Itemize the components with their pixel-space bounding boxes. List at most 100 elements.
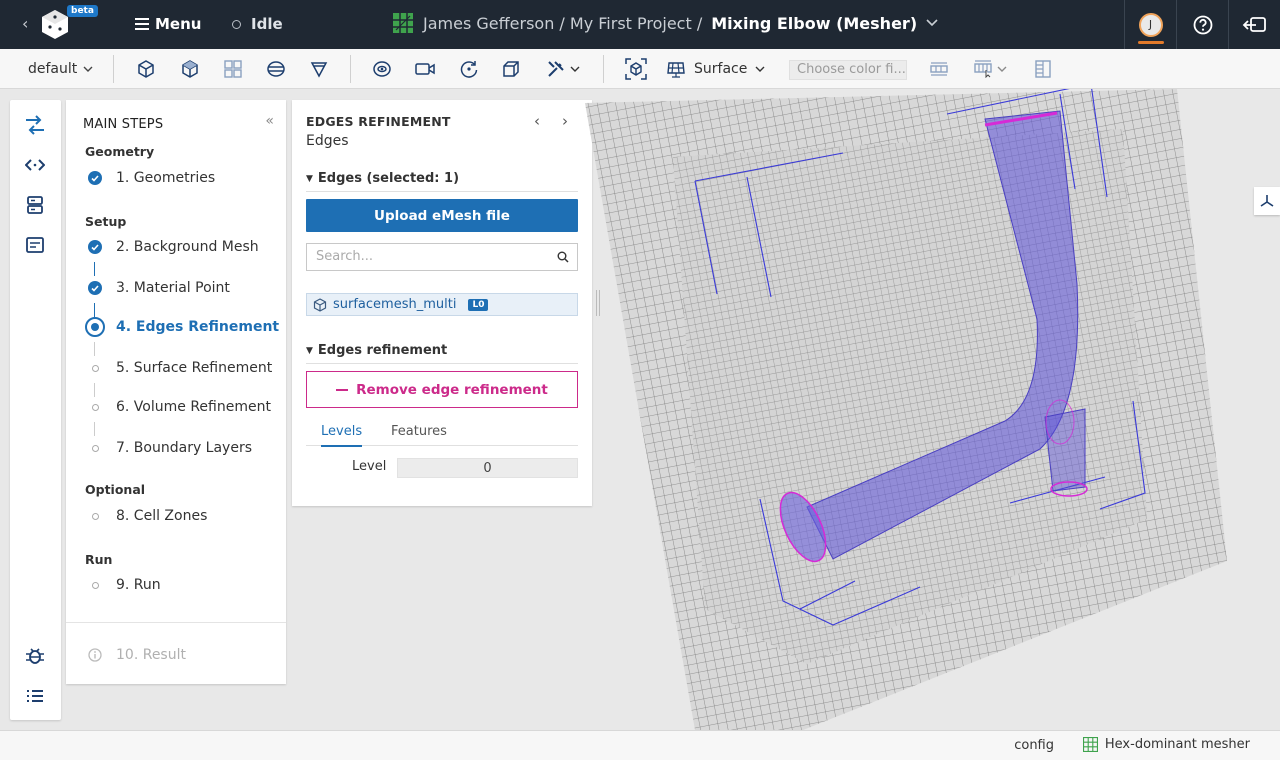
upload-emesh-button[interactable]: Upload eMesh file <box>306 199 578 232</box>
focus-cube-icon <box>625 58 647 80</box>
level-badge: L0 <box>468 298 489 311</box>
job-status: Idle <box>232 15 283 33</box>
legend-icon <box>974 60 992 78</box>
mesh-render <box>585 89 1227 730</box>
mesher-grid-icon <box>1082 737 1098 752</box>
exit-icon <box>1242 16 1266 32</box>
step-cell-zones[interactable]: 8. Cell Zones <box>88 508 207 524</box>
tab-features[interactable]: Features <box>391 424 447 439</box>
step-result: 10. Result <box>88 647 186 663</box>
step-material-point[interactable]: 3. Material Point <box>88 280 230 296</box>
3d-viewport[interactable] <box>585 89 1280 730</box>
user-menu[interactable]: J <box>1124 0 1176 49</box>
terminal-nav-button[interactable] <box>23 233 47 257</box>
view-grid-button[interactable] <box>222 56 244 82</box>
menu-button[interactable]: Menu <box>135 15 201 33</box>
reset-view-button[interactable] <box>458 56 480 82</box>
edges-refinement-section-header[interactable]: ▼ Edges refinement <box>306 343 578 364</box>
slice-button[interactable] <box>265 56 287 82</box>
project-name[interactable]: Mixing Elbow (Mesher) <box>711 14 917 33</box>
chevron-down-icon <box>570 66 580 72</box>
step-label: 9. Run <box>116 577 161 593</box>
split-view-button[interactable] <box>1032 56 1054 82</box>
step-boundary-layers[interactable]: 7. Boundary Layers <box>88 440 252 456</box>
exit-button[interactable] <box>1228 0 1280 49</box>
video-camera-icon <box>415 63 435 75</box>
colorbar-button[interactable] <box>928 56 950 82</box>
step-connector <box>94 383 95 397</box>
step-pending-icon <box>88 400 102 414</box>
collapse-double-chevron-icon[interactable]: « <box>265 113 274 129</box>
selected-edge-item[interactable]: surfacemesh_multi L0 <box>306 293 578 316</box>
steps-title: MAIN STEPS <box>83 117 164 132</box>
step-geometries[interactable]: 1. Geometries <box>88 170 215 186</box>
info-icon <box>88 648 102 662</box>
axes-orientation-button[interactable] <box>1254 187 1280 215</box>
axes-icon <box>1260 195 1274 207</box>
servers-nav-button[interactable] <box>23 193 47 217</box>
filter-button[interactable] <box>308 56 330 82</box>
group-optional: Optional <box>85 482 146 497</box>
render-mode-value: Surface <box>694 61 748 77</box>
step-edges-refinement[interactable]: 4. Edges Refinement <box>85 317 279 337</box>
step-surface-refinement[interactable]: 5. Surface Refinement <box>88 360 272 376</box>
hamburger-icon <box>135 18 149 30</box>
debug-nav-button[interactable] <box>23 644 47 668</box>
step-done-check-icon <box>88 240 102 254</box>
level-input[interactable]: 0 <box>397 458 578 478</box>
code-nav-button[interactable] <box>23 153 47 177</box>
visibility-button[interactable] <box>371 56 393 82</box>
project-breadcrumb[interactable]: James Gefferson / My First Project / Mix… <box>392 12 938 34</box>
help-button[interactable] <box>1176 0 1228 49</box>
prev-chevron-icon[interactable]: ‹ <box>534 112 540 130</box>
level-label: Level <box>352 459 387 474</box>
chevron-down-icon[interactable] <box>926 19 938 27</box>
split-panel-icon <box>1035 60 1051 78</box>
main-steps-panel: MAIN STEPS « Geometry 1. Geometries Setu… <box>66 100 286 684</box>
remove-edge-refinement-button[interactable]: Remove edge refinement <box>306 371 578 408</box>
camera-button[interactable] <box>414 56 436 82</box>
idle-status-icon <box>232 19 241 29</box>
cube-top-icon <box>182 60 198 78</box>
group-run: Run <box>85 552 113 567</box>
view-iso-button[interactable] <box>135 56 157 82</box>
group-setup: Setup <box>85 214 127 229</box>
step-background-mesh[interactable]: 2. Background Mesh <box>88 239 259 255</box>
avatar[interactable]: J <box>1137 12 1164 44</box>
workflow-icon <box>26 115 44 135</box>
minus-icon <box>336 388 349 391</box>
box-icon <box>503 61 519 77</box>
search-input[interactable]: Search... <box>306 243 578 271</box>
step-run[interactable]: 9. Run <box>88 577 161 593</box>
workflow-nav-button[interactable] <box>23 113 47 137</box>
tools-dropdown[interactable] <box>541 56 585 82</box>
list-nav-button[interactable] <box>23 684 47 708</box>
edges-section-header[interactable]: ▼ Edges (selected: 1) <box>306 171 578 192</box>
config-label[interactable]: config <box>1014 738 1054 753</box>
colorbar-icon <box>930 62 948 76</box>
view-top-button[interactable] <box>179 56 201 82</box>
panel-title: EDGES REFINEMENT <box>306 114 451 129</box>
step-pending-icon <box>88 361 102 375</box>
render-mode-select[interactable]: Surface <box>666 56 765 82</box>
status-label: Idle <box>251 15 283 33</box>
toolbar-divider <box>113 55 114 83</box>
project-path[interactable]: James Gefferson / My First Project / <box>423 14 702 33</box>
bug-icon <box>26 648 44 664</box>
legend-dropdown[interactable] <box>970 56 1010 82</box>
profile-select[interactable]: default <box>28 56 93 82</box>
step-current-icon <box>85 317 105 337</box>
step-volume-refinement[interactable]: 6. Volume Refinement <box>88 399 271 415</box>
slice-layers-icon <box>267 61 285 77</box>
remove-label: Remove edge refinement <box>356 381 548 398</box>
viewer-toolbar: default Surface Choose color fi... <box>0 49 1280 89</box>
mesher-indicator[interactable]: Hex-dominant mesher <box>1082 737 1250 752</box>
next-chevron-icon[interactable]: › <box>562 112 568 130</box>
edges-refinement-panel: EDGES REFINEMENT Edges ‹ › ▼ Edges (selec… <box>292 100 592 506</box>
color-field-select[interactable]: Choose color fi... <box>789 60 907 80</box>
focus-button[interactable] <box>624 56 648 82</box>
bounding-box-button[interactable] <box>500 56 522 82</box>
back-chevron-icon[interactable]: ‹ <box>22 14 28 33</box>
list-icon <box>27 690 43 702</box>
tab-levels[interactable]: Levels <box>321 424 363 447</box>
